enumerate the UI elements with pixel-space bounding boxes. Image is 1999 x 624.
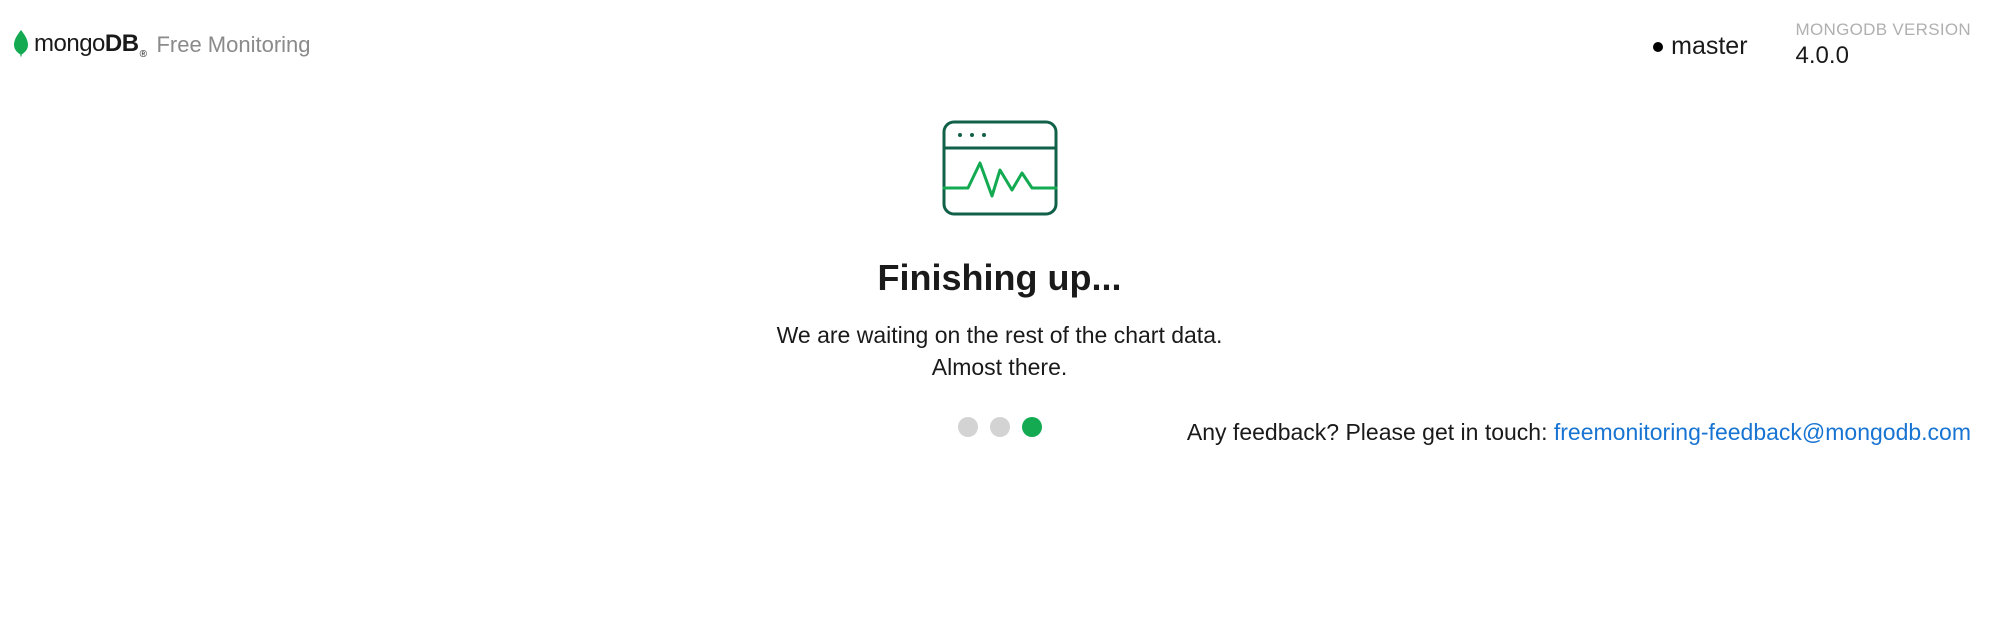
header: mongoDB® Free Monitoring master MONGODB … bbox=[0, 0, 1999, 70]
status-dot-icon bbox=[1653, 42, 1663, 52]
progress-dot bbox=[990, 417, 1010, 437]
loading-subtitle: We are waiting on the rest of the chart … bbox=[777, 319, 1223, 383]
feedback-text: Any feedback? Please get in touch: bbox=[1187, 419, 1554, 445]
version-info: MONGODB VERSION 4.0.0 bbox=[1796, 20, 1971, 70]
chart-monitor-icon bbox=[940, 118, 1060, 223]
progress-indicator bbox=[958, 417, 1042, 437]
node-status-label: master bbox=[1671, 32, 1747, 61]
feedback-email-link[interactable]: freemonitoring-feedback@mongodb.com bbox=[1554, 419, 1971, 445]
node-status: master bbox=[1653, 20, 1747, 61]
progress-dot-active bbox=[1022, 417, 1042, 437]
mongodb-leaf-icon bbox=[12, 29, 30, 62]
subtitle-line-1: We are waiting on the rest of the chart … bbox=[777, 319, 1223, 351]
loading-title: Finishing up... bbox=[878, 257, 1122, 299]
brand-logo-text: mongoDB® bbox=[34, 30, 146, 60]
header-right: master MONGODB VERSION 4.0.0 bbox=[1653, 20, 1971, 70]
version-label: MONGODB VERSION bbox=[1796, 20, 1971, 40]
product-name: Free Monitoring bbox=[156, 32, 310, 58]
main-content: Finishing up... We are waiting on the re… bbox=[0, 118, 1999, 437]
subtitle-line-2: Almost there. bbox=[777, 351, 1223, 383]
brand-area: mongoDB® Free Monitoring bbox=[12, 29, 311, 62]
version-value: 4.0.0 bbox=[1796, 42, 1971, 70]
progress-dot bbox=[958, 417, 978, 437]
feedback-prompt: Any feedback? Please get in touch: freem… bbox=[1187, 419, 1971, 446]
